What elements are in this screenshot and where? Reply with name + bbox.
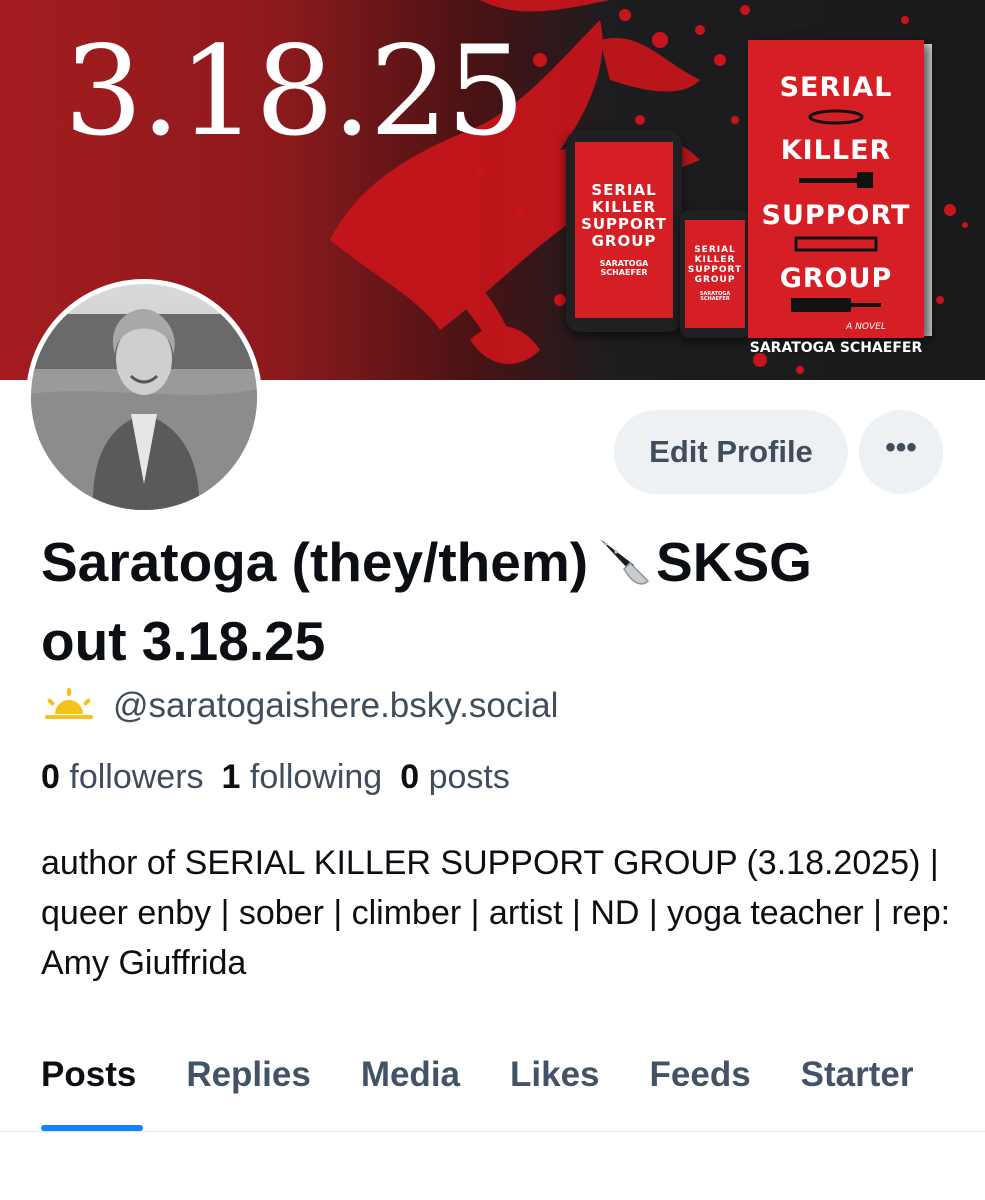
tab-likes[interactable]: Likes (510, 1052, 600, 1132)
kitchen-knife-icon (594, 532, 652, 605)
avatar-photo (31, 284, 257, 510)
profile-bio: author of SERIAL KILLER SUPPORT GROUP (3… (41, 844, 951, 982)
phone-mockup: SERIAL KILLER SUPPORT GROUP SARATOGA SCH… (680, 210, 750, 338)
tablet-mockup: SERIAL KILLER SUPPORT GROUP SARATOGA SCH… (566, 130, 682, 332)
profile-tabs: Posts Replies Media Likes Feeds Starter (41, 1052, 964, 1132)
phone-book-cover: SERIAL KILLER SUPPORT GROUP SARATOGA SCH… (685, 220, 745, 328)
tab-feeds[interactable]: Feeds (650, 1052, 751, 1132)
rope-icon (808, 109, 864, 125)
cleaver-icon (791, 298, 881, 312)
tab-posts[interactable]: Posts (41, 1052, 143, 1132)
profile-page: 3.18.25 SERIAL KILLER SUPPORT GROUP SARA… (0, 0, 985, 1200)
tab-starter-packs[interactable]: Starter (801, 1052, 914, 1132)
profile-stats: 0 followers 1 following 0 posts (41, 758, 528, 797)
followers-link[interactable]: 0 followers (41, 758, 204, 796)
avatar[interactable] (26, 279, 262, 515)
more-options-button[interactable]: ••• (859, 410, 943, 494)
hardcover-book: SERIAL KILLER SUPPORT GROUP A NOVEL SARA… (748, 40, 924, 356)
tab-replies[interactable]: Replies (186, 1052, 311, 1132)
release-date-text: 3.18.25 (64, 20, 525, 164)
hammer-icon (799, 172, 873, 188)
sun-behind-horizon-icon (41, 686, 97, 727)
profile-handle[interactable]: @saratogaishere.bsky.social (113, 686, 558, 726)
display-name: Saratoga (they/them) SKSG out 3.18.25 (41, 531, 812, 672)
avatar-portrait (31, 284, 257, 510)
tabs-divider (0, 1131, 985, 1132)
handle-row: @saratogaishere.bsky.social (41, 686, 558, 726)
following-link[interactable]: 1 following (222, 758, 383, 796)
saw-icon (794, 236, 878, 252)
edit-profile-button[interactable]: Edit Profile (614, 410, 848, 494)
book-spine (924, 44, 932, 336)
tablet-book-cover: SERIAL KILLER SUPPORT GROUP SARATOGA SCH… (575, 142, 673, 318)
posts-count: 0 posts (400, 758, 510, 796)
tab-media[interactable]: Media (361, 1052, 460, 1132)
